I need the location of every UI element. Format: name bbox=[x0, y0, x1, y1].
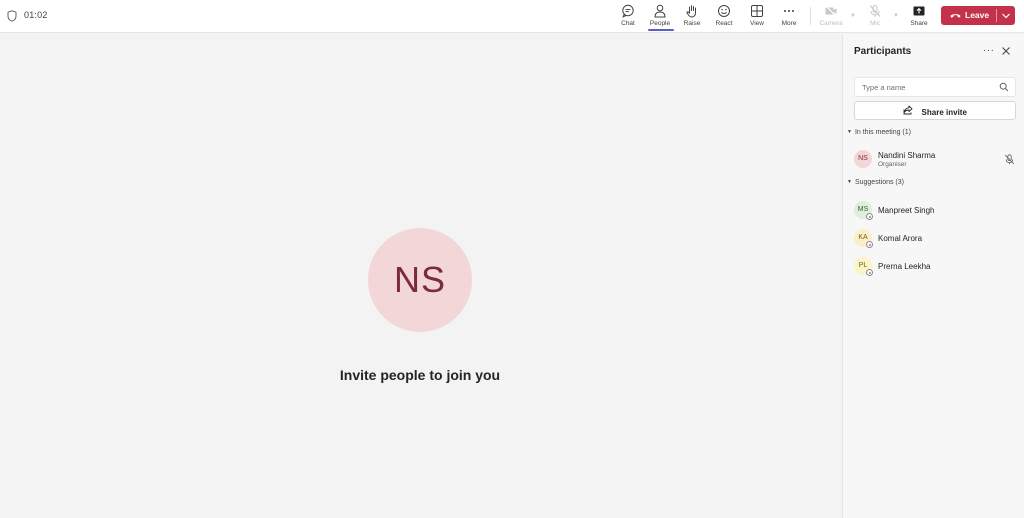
avatar: NS bbox=[854, 150, 872, 168]
react-button[interactable]: React bbox=[709, 3, 739, 31]
raise-hand-button[interactable]: Raise bbox=[677, 3, 707, 31]
search-participants[interactable] bbox=[854, 77, 1016, 97]
leave-button[interactable]: Leave bbox=[941, 6, 1015, 25]
mic-options-chevron-icon[interactable]: ▼ bbox=[893, 13, 899, 19]
share-label: Share bbox=[910, 20, 928, 27]
view-button[interactable]: View bbox=[742, 3, 772, 31]
share-icon bbox=[903, 105, 913, 115]
meeting-toolbar: 01:02 Chat People Raise React View More … bbox=[0, 0, 1024, 33]
meeting-timer: 01:02 bbox=[24, 10, 48, 20]
search-input[interactable] bbox=[862, 82, 992, 93]
participant-name: Manpreet Singh bbox=[878, 206, 935, 215]
react-label: React bbox=[715, 20, 733, 27]
leave-label: Leave bbox=[965, 10, 990, 20]
hand-icon bbox=[686, 5, 696, 18]
share-screen-button[interactable]: Share bbox=[904, 3, 934, 31]
camera-options-chevron-icon[interactable]: ▼ bbox=[850, 13, 856, 19]
share-screen-icon bbox=[913, 6, 925, 16]
collapse-triangle-icon: ▼ bbox=[847, 179, 852, 185]
suggestion-row[interactable]: PL Prerna Leekha bbox=[854, 255, 1019, 277]
suggestions-label: Suggestions (3) bbox=[854, 179, 904, 186]
hang-up-icon bbox=[950, 14, 961, 18]
mic-off-icon bbox=[1004, 154, 1015, 165]
participant-name: Komal Arora bbox=[878, 234, 923, 243]
suggestion-row[interactable]: MS Manpreet Singh bbox=[854, 199, 1019, 221]
suggestions-section-header[interactable]: ▼ Suggestions (3) bbox=[847, 179, 904, 186]
shield-icon bbox=[7, 10, 17, 22]
active-tab-indicator bbox=[648, 29, 674, 31]
participant-name: Nandini Sharma bbox=[878, 151, 936, 160]
search-icon bbox=[999, 82, 1009, 92]
share-invite-button[interactable]: Share invite bbox=[854, 101, 1016, 120]
chat-button[interactable]: Chat bbox=[613, 3, 643, 31]
more-label: More bbox=[781, 20, 797, 27]
camera-label: Camera bbox=[819, 20, 843, 27]
camera-button[interactable]: Camera bbox=[816, 3, 846, 31]
raise-label: Raise bbox=[683, 20, 701, 27]
camera-off-icon bbox=[825, 5, 837, 17]
status-badge bbox=[866, 213, 873, 220]
people-button[interactable]: People bbox=[645, 3, 675, 31]
mic-label: Mic bbox=[869, 20, 881, 27]
grid-icon bbox=[751, 5, 763, 17]
view-label: View bbox=[750, 20, 764, 27]
in-meeting-label: In this meeting (1) bbox=[854, 129, 911, 136]
toolbar-divider bbox=[810, 7, 811, 25]
participants-panel: Participants ··· Share invite ▼In this m… bbox=[842, 34, 1024, 518]
smiley-icon bbox=[718, 5, 730, 17]
meeting-stage: NS Invite people to join you bbox=[0, 34, 842, 518]
participant-name: Prerna Leekha bbox=[878, 262, 931, 271]
panel-title: Participants bbox=[854, 46, 912, 57]
mic-off-icon bbox=[869, 5, 881, 17]
status-badge bbox=[866, 269, 873, 276]
chat-icon bbox=[622, 4, 634, 18]
close-icon[interactable] bbox=[1001, 46, 1011, 56]
invite-message: Invite people to join you bbox=[339, 367, 501, 383]
share-invite-label: Share invite bbox=[921, 108, 967, 118]
in-meeting-section-header[interactable]: ▼ In this meeting (1) bbox=[847, 129, 911, 136]
participant-avatar-large: NS bbox=[368, 228, 472, 332]
people-label: People bbox=[649, 20, 671, 27]
chat-label: Chat bbox=[621, 20, 635, 27]
participant-row[interactable]: NS Nandini Sharma Organiser bbox=[854, 148, 1019, 170]
more-icon bbox=[784, 10, 794, 12]
chevron-down-icon[interactable] bbox=[1001, 11, 1011, 20]
mic-button[interactable]: Mic bbox=[860, 3, 890, 31]
status-badge bbox=[866, 241, 873, 248]
more-button[interactable]: More bbox=[774, 3, 804, 31]
collapse-triangle-icon: ▼ bbox=[847, 129, 852, 135]
more-options-icon[interactable]: ··· bbox=[983, 45, 995, 56]
suggestion-row[interactable]: KA Komal Arora bbox=[854, 227, 1019, 249]
people-icon bbox=[654, 4, 666, 18]
participant-role: Organiser bbox=[878, 161, 907, 168]
leave-divider bbox=[996, 9, 997, 22]
